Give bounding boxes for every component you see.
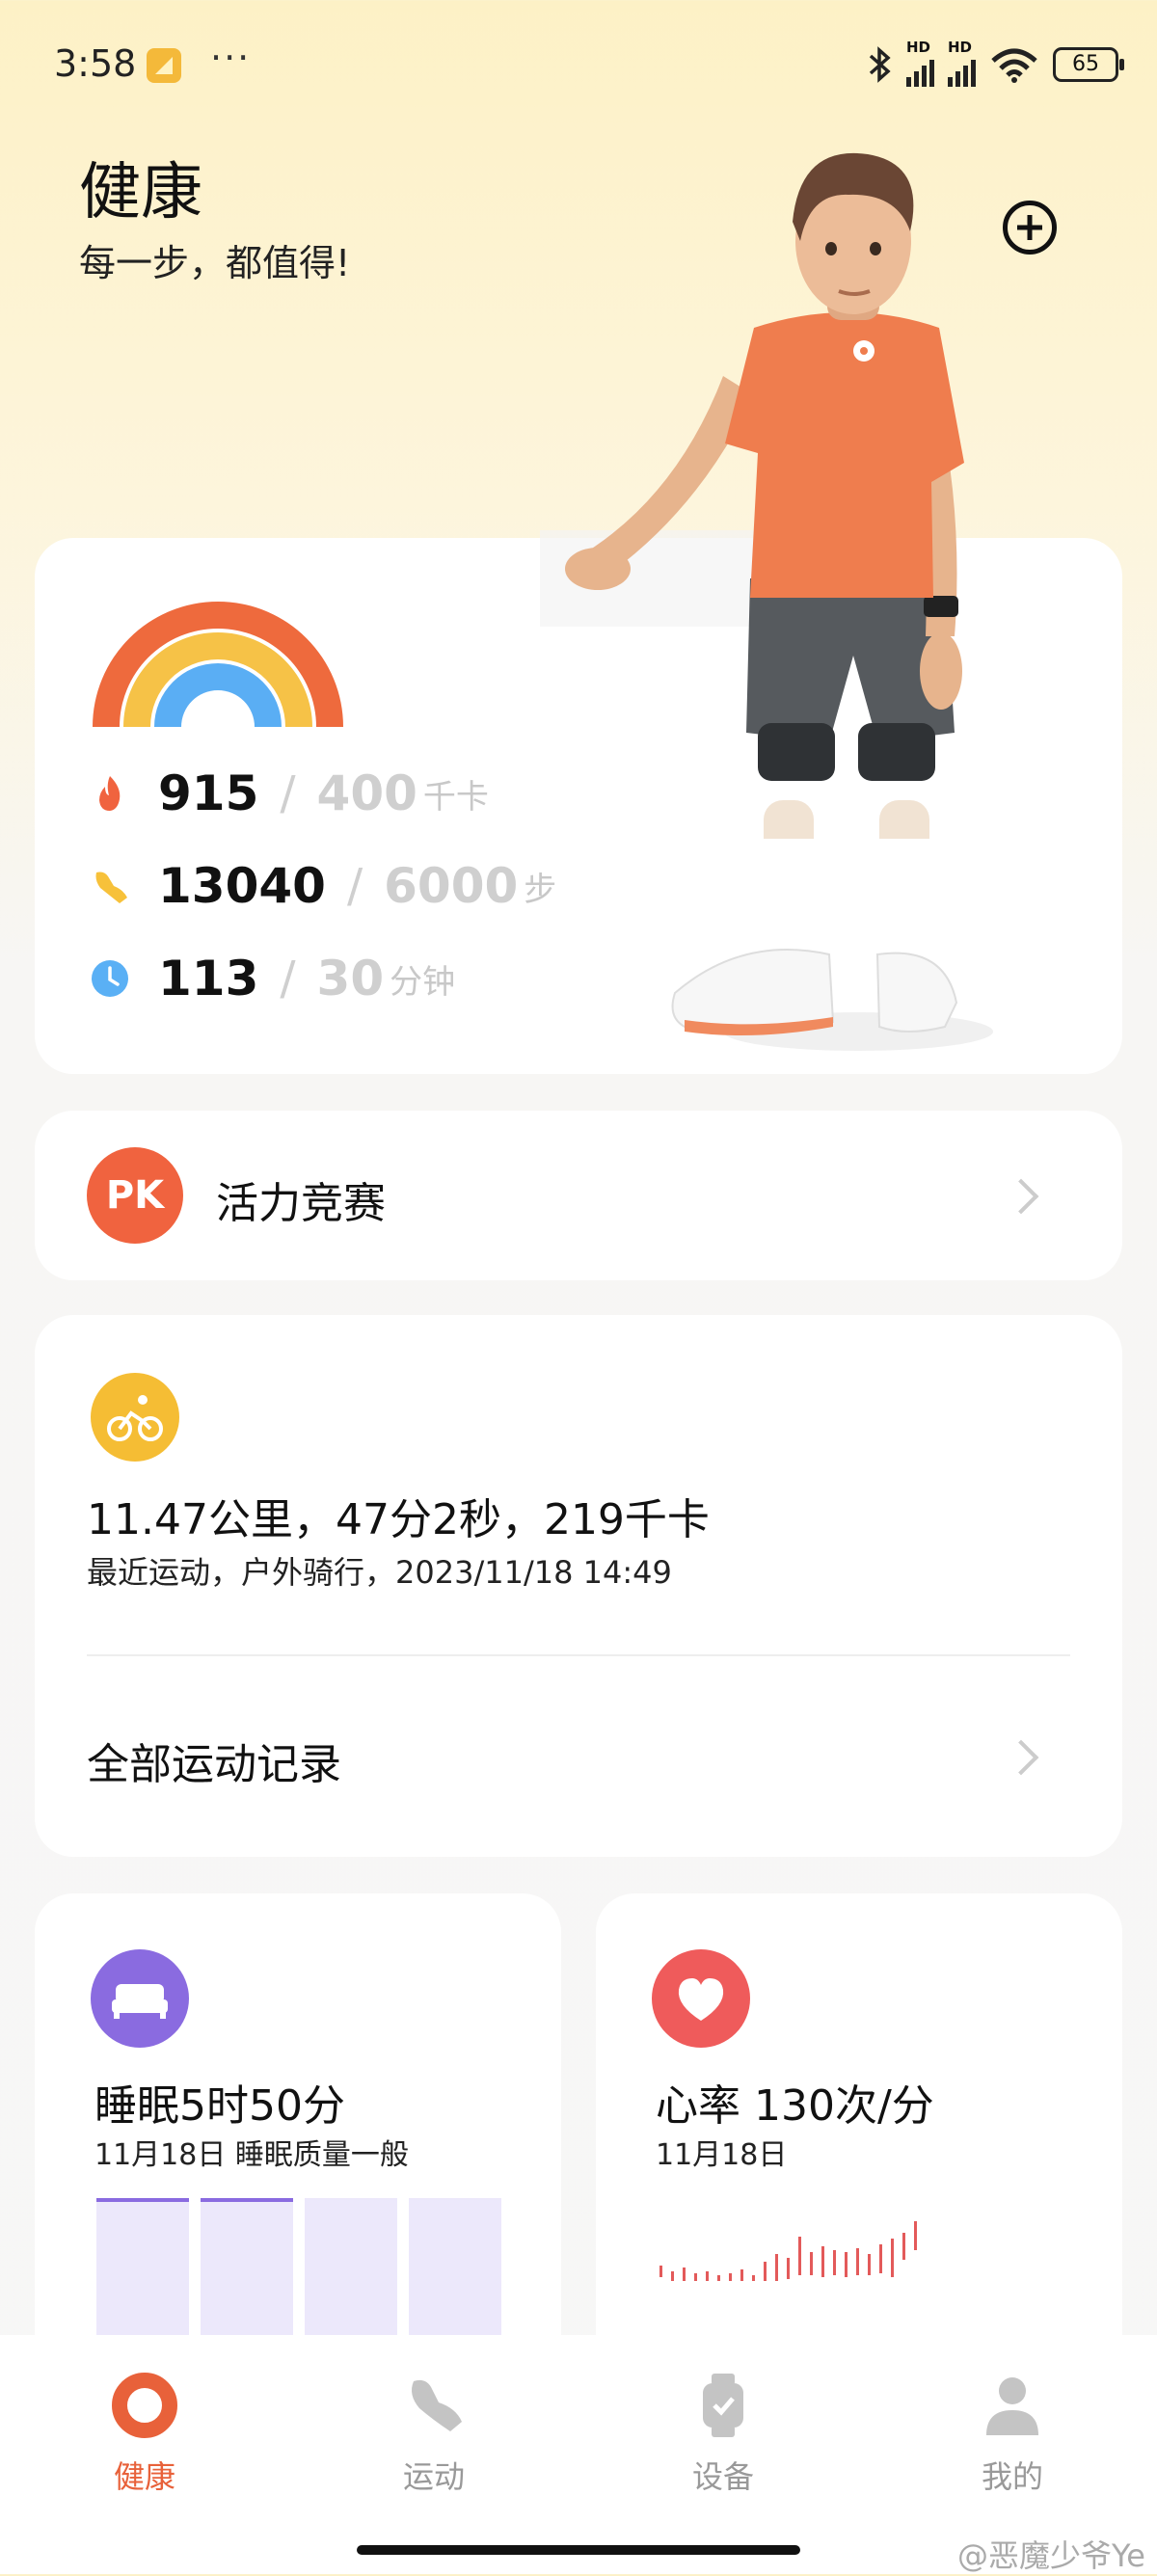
steps-unit: 步 [524,870,557,909]
avatar-illustration [540,152,993,1051]
steps-value: 13040 [158,858,326,914]
heart-icon [652,1949,750,2048]
more-notifications-icon: ··· [210,37,252,79]
calories-unit: 千卡 [422,777,489,817]
calories-row: 915 / 400 千卡 [91,765,489,821]
sleep-bar [96,2198,189,2335]
home-indicator[interactable] [357,2545,800,2555]
watch-icon [703,2374,743,2437]
cell-signal-icon: HD [906,39,934,87]
steps-goal: 6000 [384,858,519,914]
sleep-bar [305,2198,397,2335]
shoe-icon [412,2379,462,2431]
cell-signal-2-icon: HD [948,39,976,87]
page-subtitle: 每一步，都值得! [79,242,351,284]
shoe-icon [95,872,127,903]
steps-row: 13040 / 6000 步 [91,858,556,914]
minutes-value: 113 [158,951,259,1006]
activity-rings-chart [93,602,343,727]
bed-icon [91,1949,189,2048]
clock-icon [92,960,128,997]
pk-icon: PK [87,1147,183,1244]
calories-value: 915 [158,765,259,821]
divider [87,1654,1070,1656]
sleep-bars [96,2198,501,2335]
nav-tab-health[interactable]: 健康 [48,2372,241,2497]
pk-card[interactable] [35,1111,1122,1280]
nav-tab-devices[interactable]: 设备 [627,2372,820,2497]
heart-rate-subtitle: 11月18日 [656,2138,788,2172]
person-icon [986,2377,1038,2435]
sleep-bar [201,2198,293,2335]
page-title: 健康 [79,157,202,228]
status-icons: HD HD 65 [868,39,1124,87]
calories-goal: 400 [316,765,417,821]
minutes-goal: 30 [316,951,385,1006]
add-button[interactable] [1003,201,1057,255]
workout-detail: 最近运动，户外骑行，2023/11/18 14:49 [87,1554,672,1591]
heart-rate-sparkline [659,2221,917,2281]
cycling-icon [91,1373,179,1462]
watermark: @恶魔少爷Ye [957,2537,1145,2574]
sleep-subtitle: 11月18日 睡眠质量一般 [94,2138,409,2172]
pk-label: 活力竞赛 [216,1179,386,1228]
health-ring-icon [112,2373,177,2438]
minutes-row: 113 / 30 分钟 [91,951,455,1006]
sleep-bar [409,2198,501,2335]
bluetooth-icon [869,46,891,83]
sleep-title: 睡眠5时50分 [94,2081,345,2131]
nav-tab-workout[interactable]: 运动 [337,2372,530,2497]
minutes-unit: 分钟 [390,962,456,1002]
flame-icon [99,776,121,811]
heart-rate-title: 心率 130次/分 [656,2081,934,2131]
status-time: 3:58 [54,42,137,85]
wifi-icon [991,48,1037,83]
workout-summary: 11.47公里，47分2秒，219千卡 [87,1495,710,1544]
battery-icon: 65 [1053,47,1124,82]
app-notification-icon [147,48,181,83]
all-records-link[interactable]: 全部运动记录 [87,1730,341,1791]
nav-tab-profile[interactable]: 我的 [916,2372,1109,2497]
